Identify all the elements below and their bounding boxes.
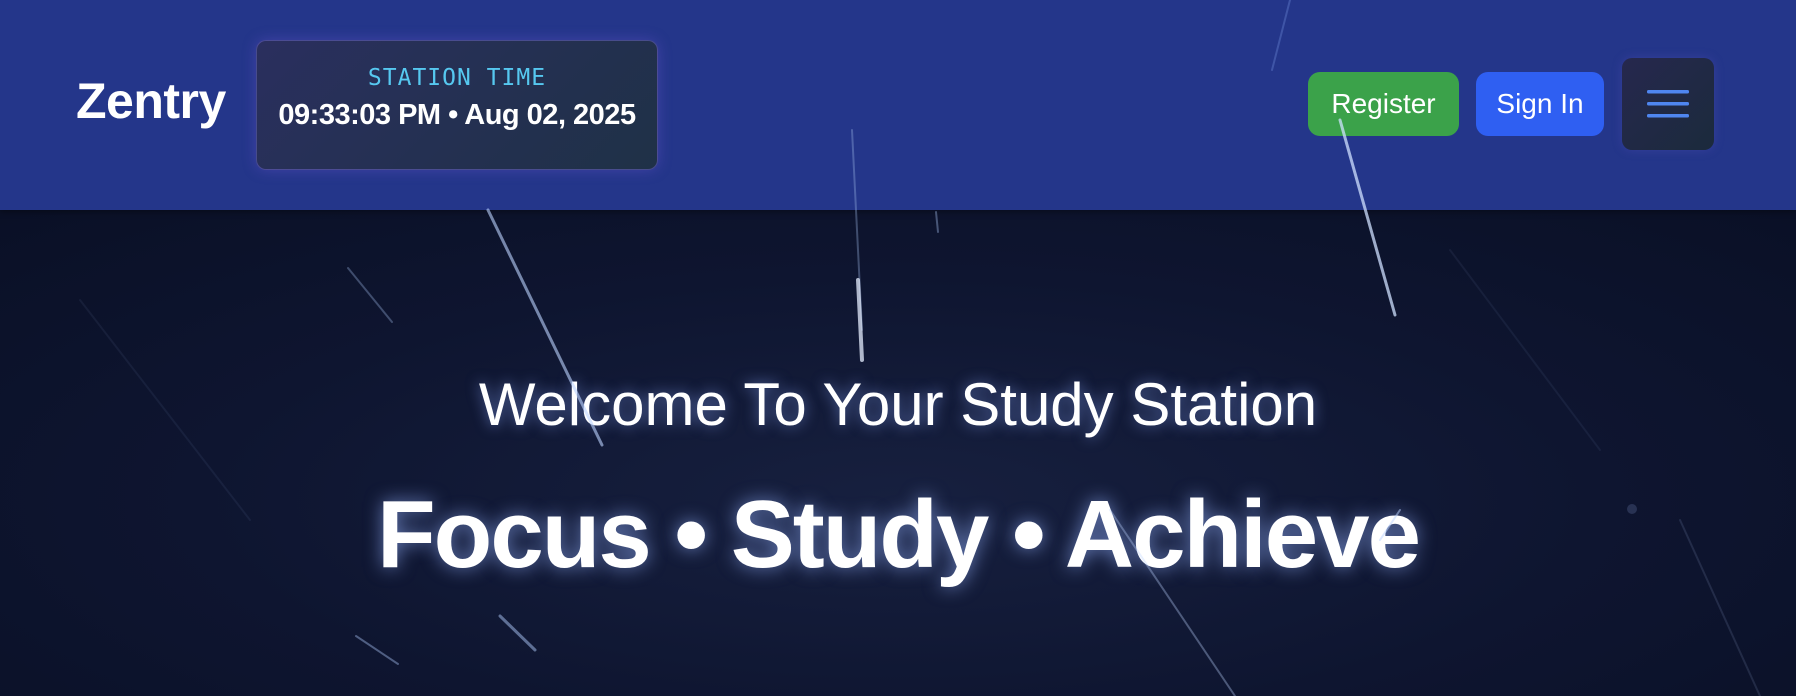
menu-button[interactable] [1622, 58, 1714, 150]
brand-logo[interactable]: Zentry [76, 72, 226, 130]
station-time-widget: STATION TIME 09:33:03 PM • Aug 02, 2025 [256, 40, 658, 170]
station-time-label: STATION TIME [367, 65, 547, 91]
top-nav-bar: Zentry STATION TIME 09:33:03 PM • Aug 02… [0, 0, 1796, 210]
register-button[interactable]: Register [1308, 72, 1459, 136]
hero-section: Welcome To Your Study Station Focus • St… [0, 210, 1796, 696]
station-time-value: 09:33:03 PM • Aug 02, 2025 [278, 99, 636, 131]
hamburger-menu-icon [1647, 90, 1689, 118]
page: Zentry STATION TIME 09:33:03 PM • Aug 02… [0, 0, 1796, 696]
hero-title: Focus • Study • Achieve [377, 481, 1421, 588]
hero-subtitle: Welcome To Your Study Station [478, 371, 1318, 438]
sign-in-button[interactable]: Sign In [1476, 72, 1604, 136]
